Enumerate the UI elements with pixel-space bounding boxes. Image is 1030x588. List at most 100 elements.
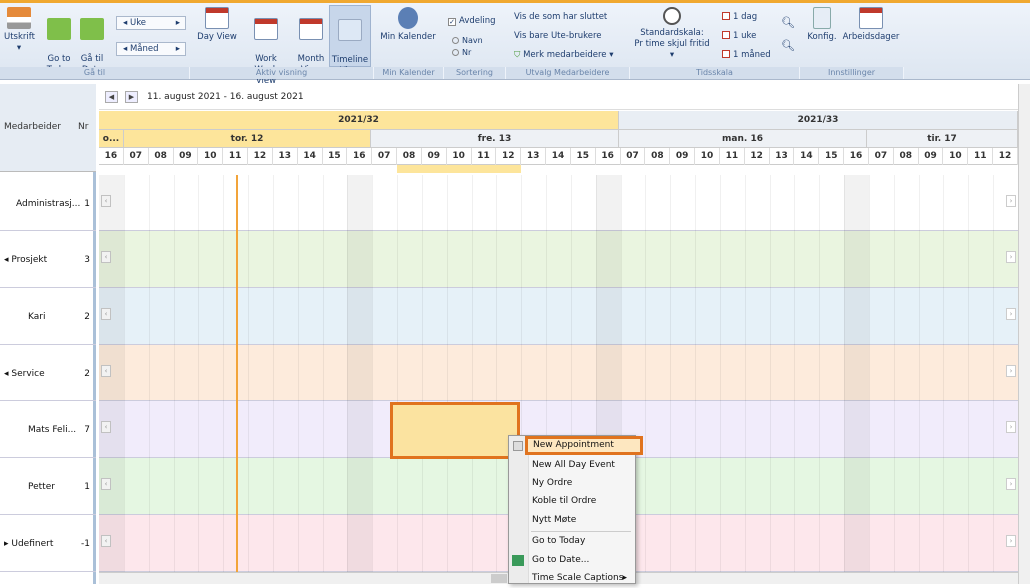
resource-row[interactable]: Kari 2: [0, 288, 96, 345]
row-next-icon[interactable]: ›: [1006, 251, 1016, 263]
menu-time-scale-captions[interactable]: Time Scale Captions ▸: [509, 569, 635, 588]
resource-panel: Medarbeider Nr Administrasj... 1 ◂ Prosjek…: [0, 84, 96, 584]
col-nr[interactable]: Nr: [78, 122, 88, 132]
hour-cell: 15: [323, 148, 348, 165]
group-ga-til: Gå til: [0, 67, 190, 79]
hour-cell: 14: [298, 148, 323, 165]
print-button[interactable]: Utskrift ▾: [4, 7, 35, 54]
menu-ny-ordre[interactable]: Ny Ordre: [509, 474, 635, 493]
go-to-date-button[interactable]: Gå til Dato: [78, 7, 106, 76]
resource-label: ◂ Service: [4, 369, 45, 379]
arbeidsdager-button[interactable]: Arbeidsdager: [842, 7, 900, 43]
group-innstillinger: Innstillinger: [800, 67, 904, 79]
nr-radio[interactable]: Nr: [452, 48, 471, 57]
col-medarbeider[interactable]: Medarbeider: [4, 122, 61, 132]
row-next-icon[interactable]: ›: [1006, 195, 1016, 207]
group-min-kalender: Min Kalender: [374, 67, 444, 79]
resource-row[interactable]: ▸ Udefinert -1: [0, 515, 96, 572]
resource-row[interactable]: Mats Feli... 7: [0, 401, 96, 458]
resource-label: Mats Feli...: [28, 425, 77, 435]
avdeling-checkbox[interactable]: ✓ Avdeling: [448, 16, 495, 26]
resource-nr: -1: [81, 539, 90, 549]
hour-cell: 07: [621, 148, 646, 165]
zoom-in-icon[interactable]: 🔍︎: [781, 16, 795, 29]
next-icon[interactable]: ▶: [125, 91, 138, 103]
hour-cell: 11: [223, 148, 249, 165]
vertical-scrollbar[interactable]: [1018, 84, 1030, 584]
resource-nr: 7: [84, 425, 90, 435]
appointment-icon: [513, 441, 523, 451]
go-to-today-button[interactable]: Go to Today: [44, 7, 74, 76]
menu-koble-til-ordre[interactable]: Koble til Ordre: [509, 492, 635, 511]
calendar-small-icon: [722, 50, 730, 58]
resource-nr: 1: [84, 482, 90, 492]
vis-sluttet-link[interactable]: Vis de som har sluttet: [514, 12, 607, 22]
maned-button[interactable]: ◂ Måned ▸: [116, 42, 186, 56]
hour-cell: 10: [943, 148, 969, 165]
hour-cell: 09: [670, 148, 696, 165]
calendar-go-icon: [512, 555, 524, 566]
scale-1-dag-button[interactable]: 1 dag: [722, 12, 757, 22]
hour-cell: 16: [596, 148, 621, 165]
min-kalender-button[interactable]: Min Kalender: [378, 7, 438, 43]
group-aktiv-visning: Aktiv visning: [190, 67, 374, 79]
hour-cell: 12: [993, 148, 1018, 165]
hour-cell: 10: [198, 148, 224, 165]
timeline-view-button[interactable]: Timeline View: [329, 5, 371, 76]
uke-button[interactable]: ◂ Uke ▸: [116, 16, 186, 30]
hour-cell: 10: [447, 148, 472, 165]
resource-label: ▸ Udefinert: [4, 539, 54, 549]
current-time-line: [236, 175, 238, 572]
resource-nr: 2: [84, 369, 90, 379]
calendar-workdays-icon: [859, 7, 883, 29]
prev-icon[interactable]: ◀: [105, 91, 118, 103]
hour-cell: 07: [372, 148, 398, 165]
clock-icon: [663, 7, 681, 25]
row-next-icon[interactable]: ›: [1006, 308, 1016, 320]
resource-nr: 2: [84, 312, 90, 322]
hour-cell: 07: [124, 148, 149, 165]
hour-cell: 11: [720, 148, 745, 165]
menu-new-appointment[interactable]: New Appointment: [525, 436, 643, 455]
hour-cell: 07: [869, 148, 894, 165]
scale-1-maned-button[interactable]: 1 måned: [722, 50, 771, 60]
hour-cell: 16: [844, 148, 869, 165]
menu-go-to-today[interactable]: Go to Today: [509, 532, 635, 551]
zoom-out-icon[interactable]: 🔍︎: [781, 39, 795, 52]
hour-cell: 16: [99, 148, 124, 165]
row-next-icon[interactable]: ›: [1006, 365, 1016, 377]
standardskala-button[interactable]: Standardskala: Pr time skjul fritid ▾: [632, 7, 712, 61]
resource-row[interactable]: Petter 1: [0, 458, 96, 515]
hour-cell: 11: [968, 148, 994, 165]
vis-ute-link[interactable]: Vis bare Ute-brukere: [514, 31, 601, 41]
hour-cell: 12: [248, 148, 273, 165]
scale-1-uke-button[interactable]: 1 uke: [722, 31, 756, 41]
day-view-button[interactable]: Day View: [196, 7, 238, 43]
hour-cell: 15: [819, 148, 845, 165]
resource-row[interactable]: ◂ Prosjekt 3: [0, 231, 96, 288]
printer-icon: [7, 7, 31, 29]
group-sortering: Sortering: [444, 67, 506, 79]
hour-cell: 10: [695, 148, 720, 165]
merk-medarbeidere-button[interactable]: ⛉ Merk medarbeidere ▾: [514, 50, 614, 60]
week-header: 2021/32 2021/33: [99, 111, 1018, 129]
resource-label: Petter: [28, 482, 55, 492]
scroll-thumb[interactable]: [491, 574, 507, 583]
resource-row[interactable]: ◂ Service 2: [0, 345, 96, 401]
month-view-button[interactable]: Month View: [295, 7, 327, 76]
menu-nytt-mote[interactable]: Nytt Møte: [509, 511, 635, 530]
row-next-icon[interactable]: ›: [1006, 421, 1016, 433]
menu-new-all-day-event[interactable]: New All Day Event: [509, 456, 635, 475]
row-next-icon[interactable]: ›: [1006, 535, 1016, 547]
konfig-button[interactable]: Konfig.: [804, 7, 840, 43]
row-next-icon[interactable]: ›: [1006, 478, 1016, 490]
selected-time-range[interactable]: [390, 402, 520, 459]
hour-cell: 08: [149, 148, 174, 165]
calendar-week-icon: [254, 18, 278, 40]
menu-go-to-date[interactable]: Go to Date...: [509, 551, 635, 570]
resource-row[interactable]: Administrasj... 1: [0, 175, 96, 231]
hour-cell: 09: [174, 148, 199, 165]
navn-radio[interactable]: Navn: [452, 36, 483, 45]
hour-cell: 14: [794, 148, 820, 165]
calendar-small-icon: [722, 12, 730, 20]
